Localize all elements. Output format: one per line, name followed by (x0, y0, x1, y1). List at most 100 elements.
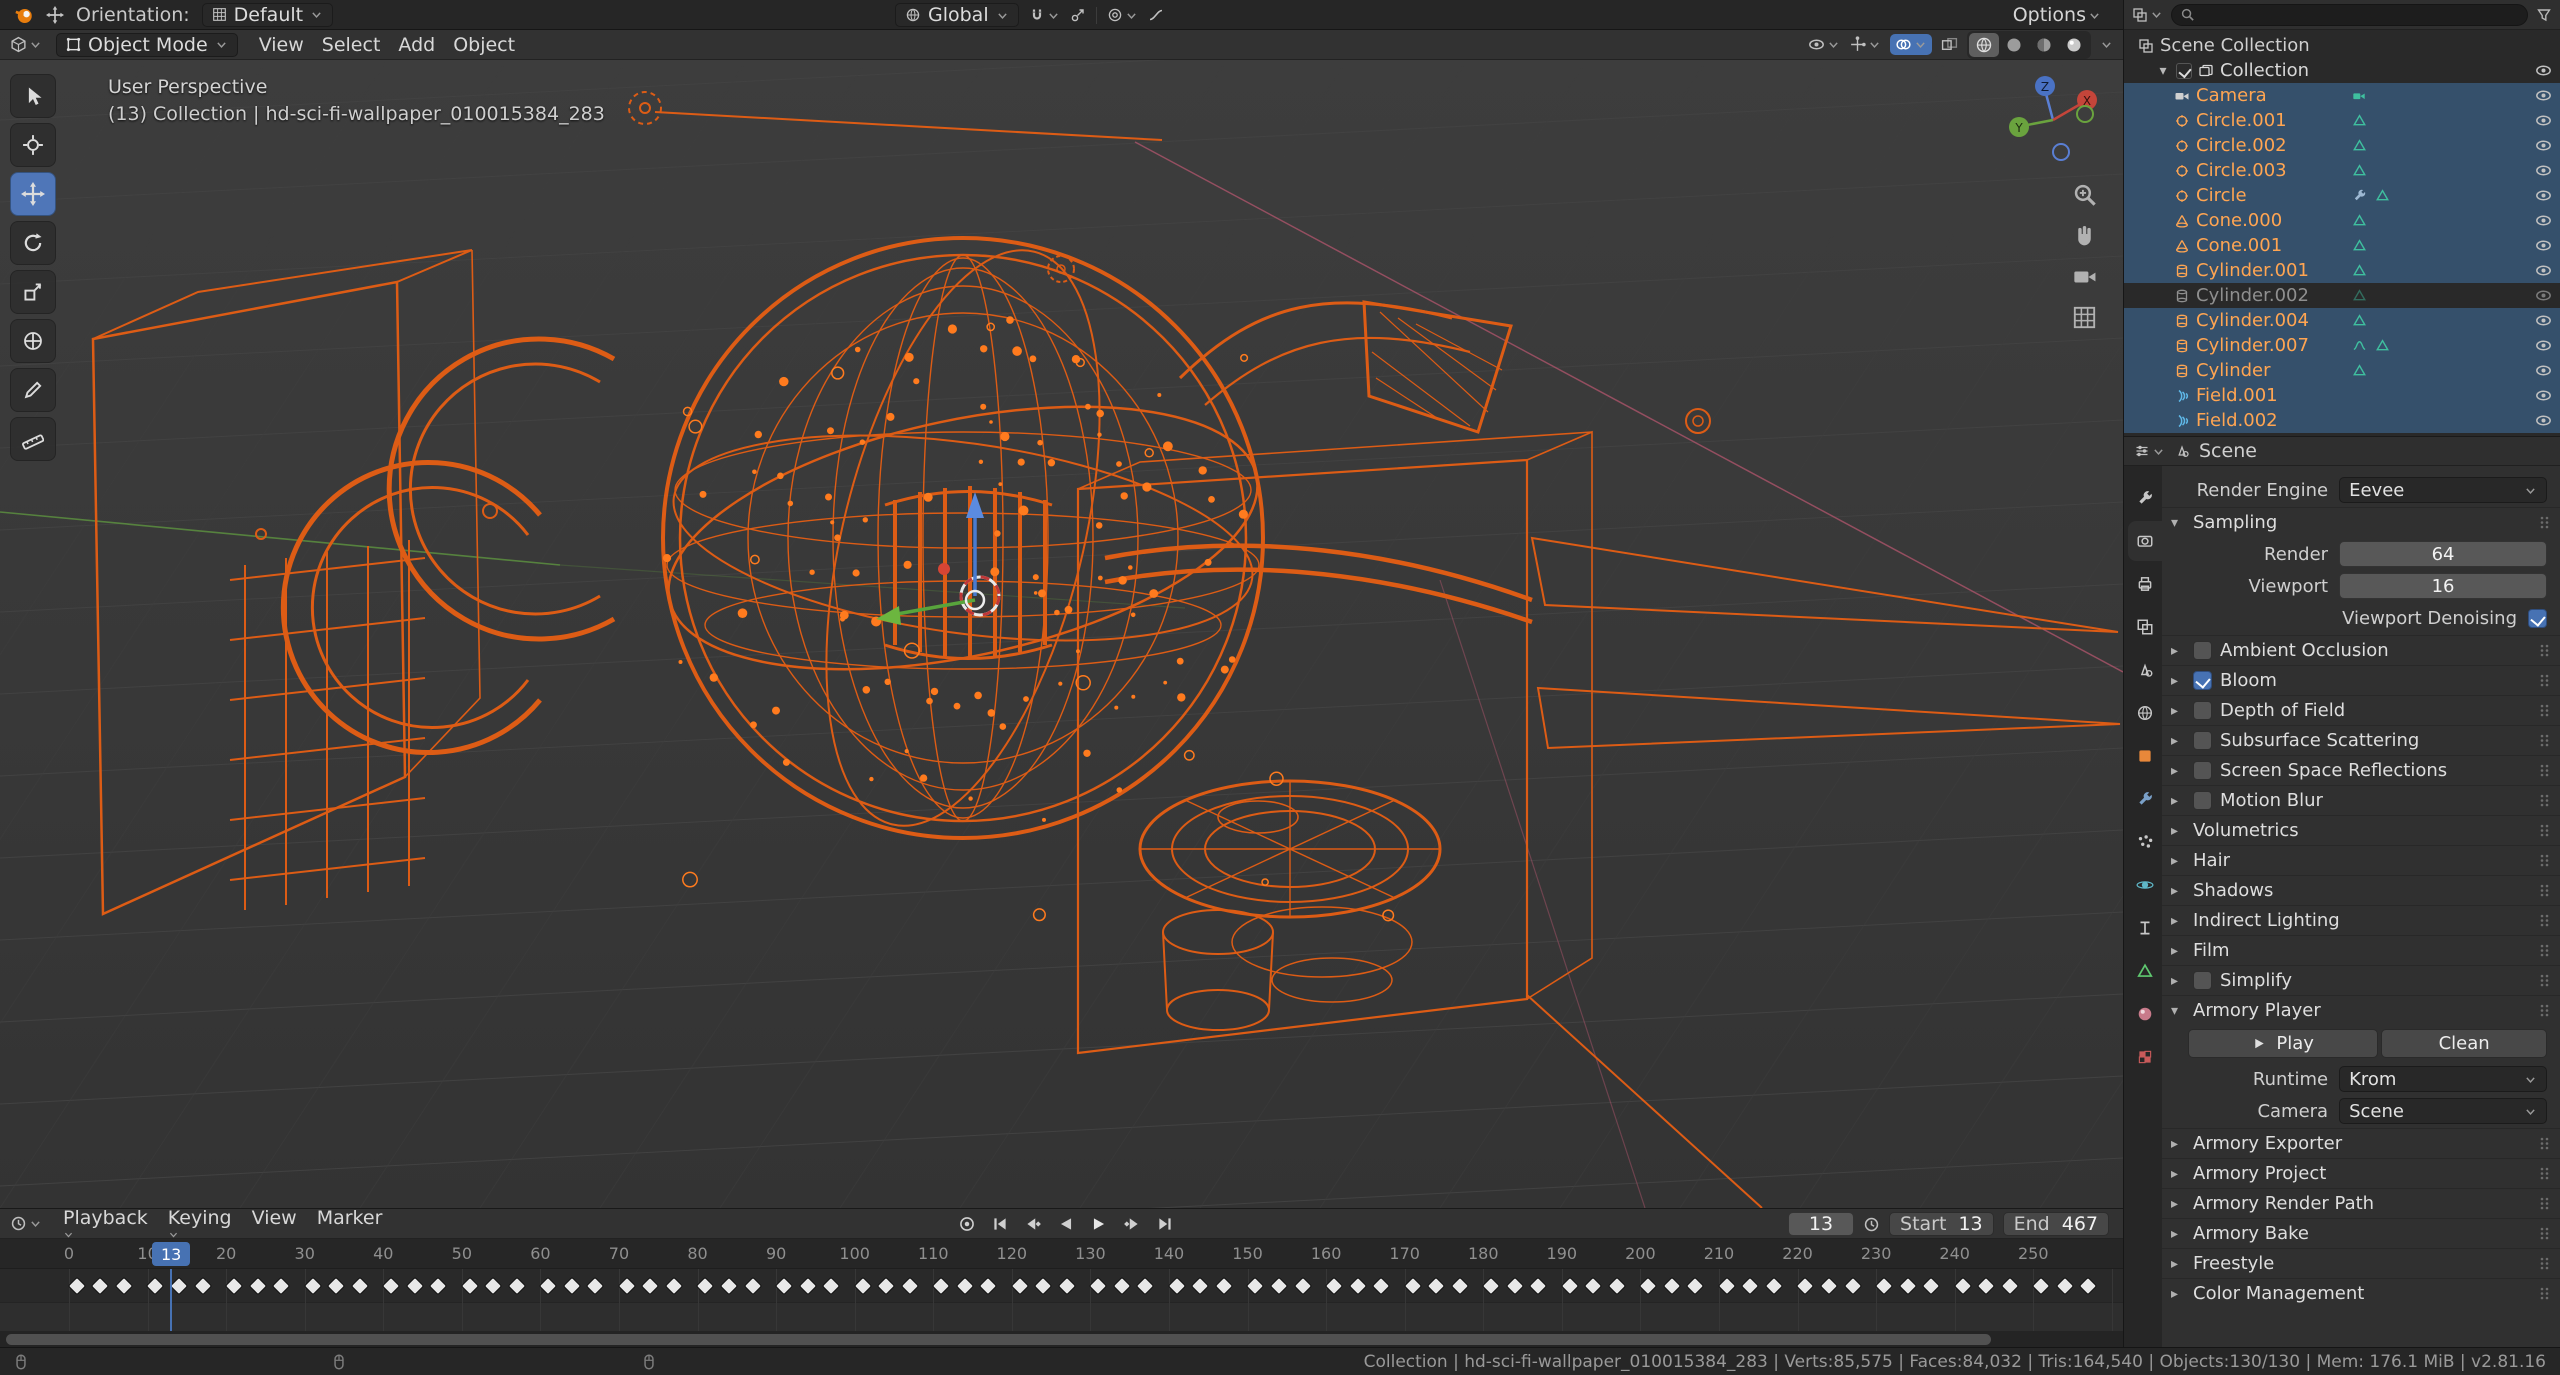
mesh-data-icon[interactable] (2352, 288, 2367, 303)
viewport-denoising-checkbox[interactable] (2528, 608, 2547, 628)
navigation-gizmo[interactable]: Z Y X (2005, 72, 2101, 168)
expand-arrow[interactable]: ▸ (2171, 1226, 2185, 1242)
grip-dots[interactable] (2538, 853, 2551, 868)
camera-data-icon[interactable] (2352, 89, 2366, 103)
mesh-data-icon[interactable] (2352, 213, 2367, 228)
grip-dots[interactable] (2538, 515, 2551, 530)
player-camera-dropdown[interactable]: Scene (2339, 1098, 2547, 1124)
outliner-item-cylinder-001[interactable]: Cylinder.001 (2124, 258, 2560, 283)
mesh-data-icon[interactable] (2375, 338, 2390, 353)
zoom-icon[interactable] (2072, 182, 2097, 207)
visibility-eye-icon[interactable] (2535, 62, 2552, 79)
previous-keyframe-button[interactable] (1018, 1212, 1048, 1236)
timeline-scrollbar[interactable] (6, 1334, 1991, 1345)
grip-dots[interactable] (2538, 763, 2551, 778)
visibility-eye-icon[interactable] (2535, 362, 2552, 379)
transform-tool-button[interactable] (10, 319, 56, 363)
blender-logo-icon[interactable] (14, 5, 34, 25)
menu-view[interactable]: View (252, 32, 311, 58)
outliner-item-cylinder-002[interactable]: Cylinder.002 (2124, 283, 2560, 308)
visibility-eye-icon[interactable] (2535, 87, 2552, 104)
record-button[interactable] (952, 1212, 982, 1236)
section-armory-exporter[interactable]: ▸ Armory Exporter (2162, 1128, 2560, 1158)
timeline-keyframe-area[interactable] (0, 1269, 2123, 1331)
shading-wireframe-button[interactable] (1969, 32, 1999, 57)
properties-tab-view-layer[interactable] (2128, 607, 2162, 647)
frame-start-field[interactable]: Start 13 (1889, 1212, 1994, 1236)
expand-arrow[interactable]: ▸ (2171, 823, 2185, 839)
section-armory-render-path[interactable]: ▸ Armory Render Path (2162, 1188, 2560, 1218)
section-indirect-lighting[interactable]: ▸ Indirect Lighting (2162, 905, 2560, 935)
properties-tab-physics[interactable] (2128, 865, 2162, 905)
mode-dropdown[interactable]: Object Mode (56, 32, 238, 57)
visibility-eye-icon[interactable] (2535, 337, 2552, 354)
expand-arrow[interactable]: ▸ (2171, 703, 2185, 719)
grip-dots[interactable] (2538, 1286, 2551, 1301)
expand-arrow[interactable]: ▸ (2171, 643, 2185, 659)
outliner-item-cone-001[interactable]: Cone.001 (2124, 233, 2560, 258)
move-tool-button[interactable] (10, 172, 56, 216)
section-screen-space-reflections[interactable]: ▸ Screen Space Reflections (2162, 755, 2560, 785)
disclosure-triangle[interactable]: ▾ (2156, 63, 2170, 79)
properties-tab-texture[interactable] (2128, 1037, 2162, 1077)
outliner-item-cone-000[interactable]: Cone.000 (2124, 208, 2560, 233)
frame-end-field[interactable]: End 467 (2002, 1212, 2109, 1236)
section-sampling[interactable]: ▾ Sampling (2162, 507, 2560, 537)
play-reverse-button[interactable] (1051, 1212, 1081, 1236)
expand-arrow[interactable]: ▸ (2171, 1196, 2185, 1212)
gizmos-dropdown[interactable] (1849, 36, 1881, 53)
expand-arrow[interactable]: ▾ (2171, 515, 2185, 531)
driver-icon[interactable] (2352, 338, 2367, 353)
outliner-item-cylinder-007[interactable]: Cylinder.007 (2124, 333, 2560, 358)
mesh-data-icon[interactable] (2352, 138, 2367, 153)
section-motion-blur[interactable]: ▸ Motion Blur (2162, 785, 2560, 815)
mesh-data-icon[interactable] (2352, 163, 2367, 178)
filter-funnel-icon[interactable] (2536, 7, 2552, 23)
section-hair[interactable]: ▸ Hair (2162, 845, 2560, 875)
section-shadows[interactable]: ▸ Shadows (2162, 875, 2560, 905)
outliner-item-field-001[interactable]: Field.001 (2124, 383, 2560, 408)
section-volumetrics[interactable]: ▸ Volumetrics (2162, 815, 2560, 845)
expand-arrow[interactable]: ▸ (2171, 673, 2185, 689)
expand-arrow[interactable]: ▸ (2171, 913, 2185, 929)
runtime-dropdown[interactable]: Krom (2339, 1066, 2547, 1092)
grip-dots[interactable] (2538, 1256, 2551, 1271)
transform-orientation-dropdown[interactable]: Global (895, 3, 1019, 27)
timeline-ruler[interactable]: 0 10 20 30 40 50 60 70 80 90 100 110 120 130 140 150 160… (0, 1239, 2123, 1269)
properties-filter-dropdown[interactable] (2134, 443, 2165, 459)
grip-dots[interactable] (2538, 1003, 2551, 1018)
properties-tab-render[interactable] (2128, 521, 2162, 561)
motion-blur-checkbox[interactable] (2193, 791, 2212, 810)
mesh-data-icon[interactable] (2352, 263, 2367, 278)
grip-dots[interactable] (2538, 1136, 2551, 1151)
box-select-tool-button[interactable] (10, 74, 56, 118)
simplify-checkbox[interactable] (2193, 971, 2212, 990)
subsurface-scattering-checkbox[interactable] (2193, 731, 2212, 750)
bloom-checkbox[interactable] (2193, 671, 2212, 690)
expand-arrow[interactable]: ▸ (2171, 943, 2185, 959)
section-bloom[interactable]: ▸ Bloom (2162, 665, 2560, 695)
visibility-eye-icon[interactable] (2535, 237, 2552, 254)
viewport-3d[interactable]: User Perspective (13) Collection | hd-sc… (0, 60, 2123, 1208)
expand-arrow[interactable]: ▸ (2171, 793, 2185, 809)
expand-arrow[interactable]: ▸ (2171, 883, 2185, 899)
section-armory-player[interactable]: ▾ Armory Player (2162, 995, 2560, 1025)
timeline-menu-marker[interactable]: Marker (310, 1205, 390, 1242)
visibility-eye-icon[interactable] (2535, 187, 2552, 204)
shading-material-button[interactable] (2029, 33, 2059, 57)
mesh-data-icon[interactable] (2352, 113, 2367, 128)
screen-space-reflections-checkbox[interactable] (2193, 761, 2212, 780)
outliner-item-camera[interactable]: Camera (2124, 83, 2560, 108)
properties-tab-tool[interactable] (2128, 478, 2162, 518)
grip-dots[interactable] (2538, 1166, 2551, 1181)
shading-solid-button[interactable] (1999, 33, 2029, 57)
orthographic-grid-icon[interactable] (2072, 305, 2097, 330)
grip-dots[interactable] (2538, 1226, 2551, 1241)
visibility-eye-icon[interactable] (2535, 287, 2552, 304)
outliner-item-circle-003[interactable]: Circle.003 (2124, 158, 2560, 183)
measure-tool-button[interactable] (10, 417, 56, 461)
expand-arrow[interactable]: ▾ (2171, 1003, 2185, 1019)
properties-tab-output[interactable] (2128, 564, 2162, 604)
section-film[interactable]: ▸ Film (2162, 935, 2560, 965)
outliner-search-input[interactable] (2171, 3, 2528, 26)
